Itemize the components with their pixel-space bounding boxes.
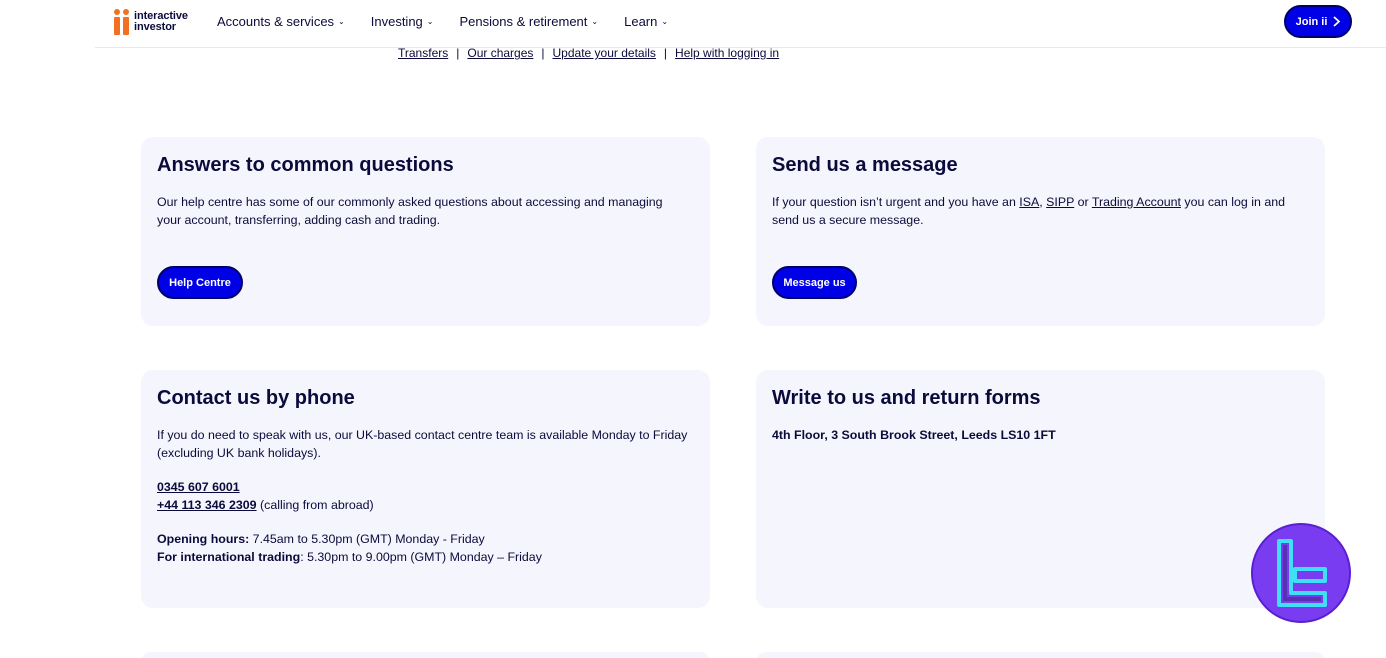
- join-label: Join ii: [1295, 15, 1328, 28]
- logo-wordmark: interactive investor: [134, 11, 188, 33]
- card-contact-phone: Contact us by phone If you do need to sp…: [141, 370, 710, 608]
- abroad-note: (calling from abroad): [256, 498, 374, 512]
- card-title: Send us a message: [772, 154, 958, 176]
- phone-numbers: 0345 607 6001 +44 113 346 2309 (calling …: [157, 478, 692, 514]
- main-nav: Accounts & services ⌄ Investing ⌄ Pensio…: [217, 0, 694, 42]
- logo-line-2: investor: [134, 21, 176, 33]
- link-separator: |: [541, 46, 545, 60]
- body-text: or: [1074, 195, 1092, 209]
- card-partial: [141, 652, 710, 658]
- nav-pensions-retirement[interactable]: Pensions & retirement ⌄: [460, 14, 599, 29]
- link-trading-account[interactable]: Trading Account: [1092, 195, 1181, 209]
- intl-label: For international trading: [157, 550, 301, 564]
- chevron-down-icon: ⌄: [338, 16, 345, 26]
- opening-hours: Opening hours: 7.45am to 5.30pm (GMT) Mo…: [157, 530, 692, 566]
- site-header: interactive investor Accounts & services…: [95, 0, 1386, 48]
- link-our-charges[interactable]: Our charges: [467, 46, 533, 60]
- ii-logo-icon: [114, 8, 131, 36]
- chevron-down-icon: ⌄: [426, 16, 434, 26]
- help-sublinks: Transfers | Our charges | Update your de…: [398, 46, 779, 60]
- card-body: If you do need to speak with us, our UK-…: [157, 428, 688, 460]
- link-isa[interactable]: ISA: [1019, 195, 1039, 209]
- card-write-to-us: Write to us and return forms 4th Floor, …: [756, 370, 1325, 608]
- nav-label: Investing: [370, 13, 423, 29]
- phone-uk-link[interactable]: 0345 607 6001: [157, 480, 240, 494]
- message-us-button[interactable]: Message us: [772, 266, 857, 299]
- body-text: If your question isn’t urgent and you ha…: [772, 195, 1020, 209]
- chevron-down-icon: ⌄: [661, 16, 669, 26]
- link-help-logging-in[interactable]: Help with logging in: [675, 46, 779, 60]
- hours-value: 7.45am to 5.30pm (GMT) Monday - Friday: [249, 532, 485, 546]
- card-partial: [756, 652, 1325, 658]
- link-sipp[interactable]: SIPP: [1046, 195, 1074, 209]
- nav-learn[interactable]: Learn ⌄: [624, 14, 668, 29]
- postal-address: 4th Floor, 3 South Brook Street, Leeds L…: [772, 428, 1056, 442]
- link-transfers[interactable]: Transfers: [398, 46, 448, 60]
- hours-label: Opening hours:: [157, 532, 250, 546]
- card-title: Write to us and return forms: [772, 387, 1041, 409]
- card-body: If your question isn’t urgent and you ha…: [772, 193, 1312, 229]
- card-title: Contact us by phone: [157, 387, 355, 409]
- help-centre-button[interactable]: Help Centre: [157, 266, 243, 299]
- nav-label: Pensions & retirement: [459, 13, 588, 29]
- watermark-logo-icon: [1251, 523, 1351, 623]
- card-common-questions: Answers to common questions Our help cen…: [141, 137, 710, 326]
- nav-label: Learn: [624, 13, 658, 29]
- link-separator: |: [456, 46, 460, 60]
- join-ii-button[interactable]: Join ii: [1284, 5, 1352, 38]
- card-send-message: Send us a message If your question isn’t…: [756, 137, 1325, 326]
- nav-label: Accounts & services: [217, 13, 335, 29]
- chevron-down-icon: ⌄: [591, 16, 599, 26]
- card-body: Our help centre has some of our commonly…: [157, 195, 663, 227]
- card-title: Answers to common questions: [157, 154, 454, 176]
- link-update-details[interactable]: Update your details: [553, 46, 656, 60]
- nav-investing[interactable]: Investing ⌄: [371, 14, 434, 29]
- chevron-right-icon: [1333, 16, 1341, 27]
- nav-accounts-services[interactable]: Accounts & services ⌄: [217, 14, 345, 29]
- link-separator: |: [663, 46, 668, 60]
- intl-value: : 5.30pm to 9.00pm (GMT) Monday – Friday: [300, 550, 542, 564]
- phone-abroad-link[interactable]: +44 113 346 2309: [157, 498, 257, 512]
- interactive-investor-logo[interactable]: interactive investor: [114, 7, 188, 37]
